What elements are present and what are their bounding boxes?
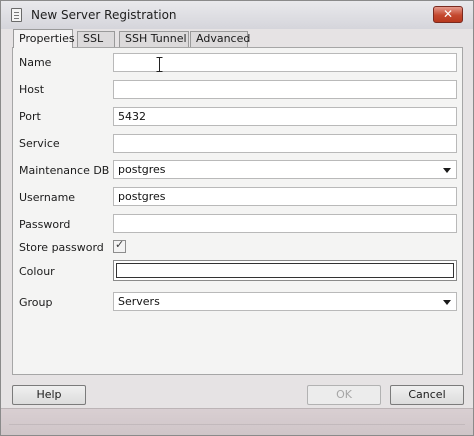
tab-ssh-tunnel[interactable]: SSH Tunnel (119, 31, 189, 47)
checkmark-icon: ✓ (115, 238, 125, 251)
help-button[interactable]: Help (12, 385, 86, 405)
title-bar[interactable]: New Server Registration ✕ (1, 1, 473, 29)
colour-picker[interactable] (113, 260, 457, 281)
username-label: Username (19, 191, 76, 204)
status-bar (1, 408, 473, 435)
maintenance-db-label: Maintenance DB (19, 164, 110, 177)
username-field[interactable]: postgres (113, 187, 457, 206)
tab-properties[interactable]: Properties (13, 29, 75, 48)
group-value: Servers (118, 295, 160, 308)
name-label: Name (19, 56, 52, 69)
colour-swatch (116, 263, 454, 278)
tab-ssl[interactable]: SSL (77, 31, 115, 47)
tab-advanced[interactable]: Advanced (190, 31, 250, 47)
group-label: Group (19, 296, 53, 309)
window-title: New Server Registration (31, 8, 177, 22)
name-field[interactable] (113, 53, 457, 72)
store-password-checkbox[interactable]: ✓ (113, 238, 126, 253)
status-bar-divider (9, 415, 465, 425)
document-icon (11, 8, 22, 22)
cancel-button[interactable]: Cancel (390, 385, 464, 405)
server-registration-dialog: New Server Registration ✕ Properties SSL… (0, 0, 474, 436)
group-select[interactable]: Servers (113, 292, 457, 311)
host-field[interactable] (113, 80, 457, 99)
dropdown-arrow-icon[interactable] (443, 300, 451, 305)
service-label: Service (19, 137, 60, 150)
maintenance-db-select[interactable]: postgres (113, 160, 457, 179)
store-password-label: Store password (19, 241, 104, 254)
close-button[interactable]: ✕ (433, 6, 463, 23)
colour-label: Colour (19, 265, 55, 278)
dropdown-arrow-icon[interactable] (443, 168, 451, 173)
ok-button[interactable]: OK (307, 385, 381, 405)
service-field[interactable] (113, 134, 457, 153)
port-label: Port (19, 110, 41, 123)
host-label: Host (19, 83, 45, 96)
text-cursor-icon (156, 57, 163, 72)
password-label: Password (19, 218, 71, 231)
maintenance-db-value: postgres (118, 163, 166, 176)
port-field[interactable]: 5432 (113, 107, 457, 126)
password-field[interactable] (113, 214, 457, 233)
